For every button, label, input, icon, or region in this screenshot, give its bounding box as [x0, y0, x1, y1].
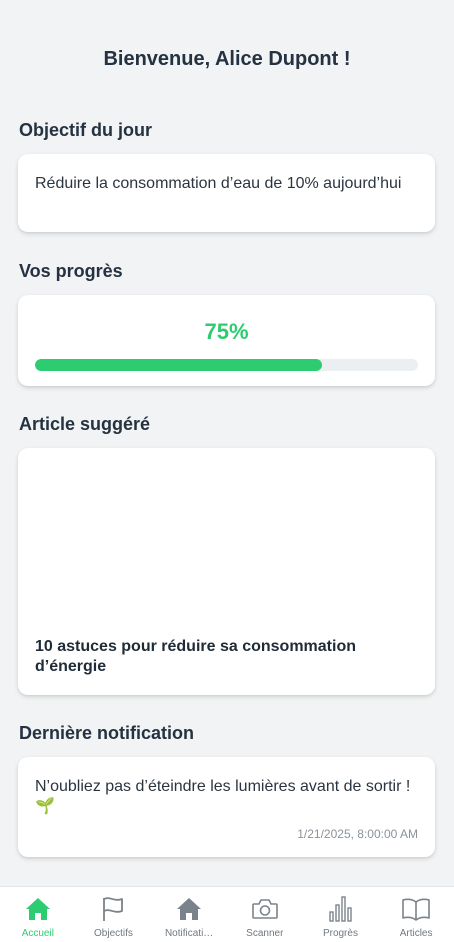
flag-icon — [98, 894, 128, 924]
progress-bar — [35, 359, 418, 371]
notification-card[interactable]: N’oubliez pas d’éteindre les lumières av… — [18, 757, 435, 857]
article-heading: Article suggéré — [19, 414, 151, 434]
tab-label: Articles — [399, 928, 433, 939]
notification-text: N’oubliez pas d’éteindre les lumières av… — [35, 778, 411, 815]
tab-articles[interactable]: Articles — [380, 887, 452, 939]
tab-progres[interactable]: Progrès — [304, 887, 376, 939]
home-icon — [174, 894, 204, 924]
tab-label: Progrès — [322, 928, 358, 939]
home-icon — [23, 894, 53, 924]
suggested-article-card[interactable]: 10 astuces pour réduire sa consommation … — [18, 448, 435, 695]
bar-chart-icon — [325, 894, 355, 924]
tab-accueil[interactable]: Accueil — [2, 887, 74, 939]
goal-heading: Objectif du jour — [19, 120, 152, 140]
progress-heading: Vos progrès — [19, 261, 123, 281]
goal-text: Réduire la consommation d’eau de 10% auj… — [35, 175, 402, 192]
article-title: 10 astuces pour réduire sa consommation … — [35, 638, 356, 675]
home-screen: Bienvenue, Alice Dupont ! Objectif du jo… — [0, 0, 454, 942]
tab-notifications[interactable]: Notificati… — [153, 887, 225, 939]
tab-objectifs[interactable]: Objectifs — [77, 887, 149, 939]
welcome-title: Bienvenue, Alice Dupont ! — [103, 48, 351, 70]
bottom-tab-bar: Accueil Objectifs Notificati… Scanner Pr… — [0, 886, 454, 942]
progress-percentage: 75% — [204, 319, 249, 344]
progress-bar-fill — [35, 359, 323, 371]
tab-label: Accueil — [21, 928, 54, 939]
goal-card[interactable]: Réduire la consommation d’eau de 10% auj… — [18, 154, 435, 232]
tab-scanner[interactable]: Scanner — [229, 887, 301, 939]
book-icon — [401, 894, 431, 924]
camera-icon — [250, 894, 280, 924]
progress-card: 75% — [18, 295, 435, 386]
notification-timestamp: 1/21/2025, 8:00:00 AM — [297, 827, 418, 841]
tab-label: Notificati… — [164, 928, 214, 939]
notification-heading: Dernière notification — [19, 723, 195, 743]
tab-label: Objectifs — [94, 928, 133, 939]
tab-label: Scanner — [246, 928, 284, 939]
